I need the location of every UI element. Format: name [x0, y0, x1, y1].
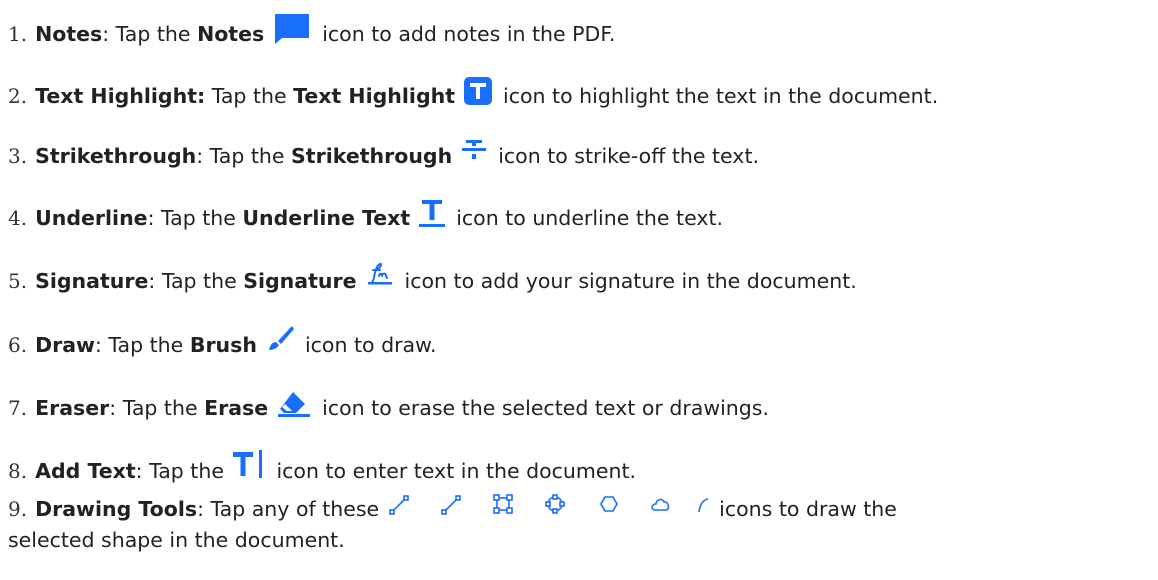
- item-title: Eraser: [35, 396, 110, 420]
- tool-name: Erase: [204, 396, 269, 420]
- list-item-strikethrough: 3. Strikethrough : Tap the Strikethrough…: [8, 140, 759, 169]
- cloud-icon: [651, 498, 670, 511]
- list-item-eraser: 7. Eraser : Tap the Erase icon to erase …: [8, 392, 770, 421]
- item-description-continued: selected shape in the document.: [8, 528, 345, 552]
- list-item-signature: 5. Signature : Tap the Signature icon to…: [8, 262, 857, 294]
- tool-name: Signature: [243, 269, 357, 293]
- tool-name: Brush: [189, 333, 257, 357]
- add-text-icon: [232, 449, 266, 479]
- signature-icon: [365, 261, 395, 287]
- text-highlight-icon: [463, 76, 493, 106]
- notes-icon: [272, 11, 312, 45]
- item-title: Drawing Tools: [35, 497, 198, 521]
- list-item-drawing-tools-continued: selected shape in the document.: [8, 527, 345, 553]
- list-item-text-highlight: 2. Text Highlight: Tap the Text Highligh…: [8, 77, 939, 109]
- list-item-notes: 1. Notes : Tap the Notes icon to add not…: [8, 14, 616, 47]
- rectangle-icon: [493, 494, 513, 514]
- item-number: 9.: [8, 497, 28, 521]
- item-title: Add Text: [35, 459, 136, 483]
- strikethrough-icon: [460, 139, 488, 163]
- item-number: 1.: [8, 22, 28, 46]
- tool-name: Text Highlight: [293, 84, 456, 108]
- item-sep: : Tap the: [135, 459, 231, 483]
- item-title: Signature: [35, 269, 149, 293]
- item-sep: : Tap the: [147, 206, 243, 230]
- item-number: 2.: [8, 84, 28, 108]
- item-title: Text Highlight:: [35, 84, 206, 108]
- item-description: icon to underline the text.: [456, 206, 724, 230]
- item-title: Notes: [35, 22, 103, 46]
- item-sep: : Tap the: [95, 333, 190, 357]
- hexagon-icon: [600, 496, 619, 512]
- curve-icon: [698, 498, 709, 513]
- item-sep: : Tap the: [196, 144, 292, 168]
- item-title: Underline: [35, 206, 148, 230]
- item-title: Strikethrough: [35, 144, 197, 168]
- item-number: 6.: [8, 333, 28, 357]
- item-number: 4.: [8, 206, 28, 230]
- list-item-draw: 6. Draw : Tap the Brush icon to draw.: [8, 326, 437, 358]
- underline-icon: [418, 199, 446, 229]
- tool-name: Underline Text: [242, 206, 411, 230]
- item-sep: : Tap the: [109, 396, 205, 420]
- item-number: 3.: [8, 144, 28, 168]
- item-description: icon to add notes in the PDF.: [322, 22, 616, 46]
- item-sep: Tap the: [205, 84, 294, 108]
- line-icon: [389, 495, 409, 515]
- list-item-add-text: 8. Add Text : Tap the icon to enter text…: [8, 450, 637, 484]
- item-sep: : Tap any of these: [197, 497, 380, 521]
- polygon-handles-icon: [545, 494, 565, 514]
- tool-name: Notes: [197, 22, 265, 46]
- tool-name: Strikethrough: [291, 144, 453, 168]
- item-sep: : Tap the: [102, 22, 198, 46]
- item-sep: : Tap the: [148, 269, 244, 293]
- item-description: icon to strike-off the text.: [498, 144, 759, 168]
- list-item-drawing-tools: 9. Drawing Tools : Tap any of these icon…: [8, 494, 897, 522]
- item-number: 7.: [8, 396, 28, 420]
- item-number: 8.: [8, 459, 28, 483]
- item-description: icon to highlight the text in the docume…: [503, 84, 939, 108]
- item-description: icon to add your signature in the docume…: [404, 269, 857, 293]
- eraser-icon: [276, 390, 312, 418]
- brush-icon: [265, 324, 295, 354]
- arrow-icon: [441, 495, 461, 515]
- item-title: Draw: [35, 333, 95, 357]
- item-number: 5.: [8, 269, 28, 293]
- item-description: icon to draw.: [304, 333, 437, 357]
- item-description: icon to enter text in the document.: [276, 459, 637, 483]
- item-description: icon to erase the selected text or drawi…: [322, 396, 770, 420]
- shape-tools-icon-group: [389, 494, 709, 516]
- item-description: icons to draw the: [719, 497, 897, 521]
- list-item-underline: 4. Underline : Tap the Underline Text ic…: [8, 200, 724, 231]
